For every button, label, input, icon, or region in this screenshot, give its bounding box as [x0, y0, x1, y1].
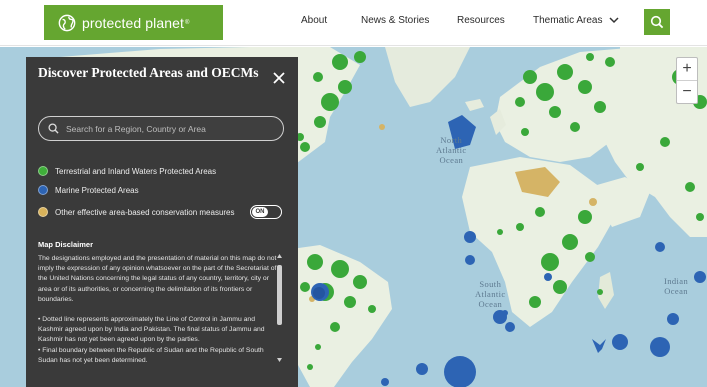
legend-item-oecm: Other effective area-based conservation …	[38, 207, 235, 217]
marine-dot-icon	[38, 185, 48, 195]
nav-thematic-areas[interactable]: Thematic Areas	[533, 15, 619, 26]
ocean-label-north-atlantic: North Atlantic Ocean	[436, 135, 467, 165]
zoom-in-button[interactable]: +	[677, 58, 697, 80]
oecm-layer-toggle[interactable]: ON	[250, 205, 282, 219]
legend-item-marine: Marine Protected Areas	[38, 185, 139, 195]
disclaimer-bullet: • Dotted line represents approximately t…	[38, 316, 265, 344]
panel-search-box[interactable]	[38, 116, 284, 141]
legend-label-marine: Marine Protected Areas	[55, 185, 139, 195]
protected-planet-logo[interactable]: protected planet ®	[44, 5, 223, 40]
disclaimer-scrollbar[interactable]	[276, 253, 283, 363]
zoom-controls: + −	[676, 57, 698, 104]
scroll-up-icon[interactable]	[276, 253, 283, 259]
discover-panel: Discover Protected Areas and OECMs Terre…	[26, 57, 298, 387]
globe-icon	[58, 14, 76, 31]
scroll-down-icon[interactable]	[276, 357, 283, 363]
nav-thematic-areas-label: Thematic Areas	[533, 15, 603, 26]
nav-about[interactable]: About	[301, 15, 327, 26]
toggle-label: ON	[255, 209, 265, 215]
nav-resources[interactable]: Resources	[457, 15, 505, 26]
panel-title: Discover Protected Areas and OECMs	[38, 65, 259, 80]
disclaimer-bullet: • Final boundary between the Republic of…	[38, 346, 264, 364]
header-search-button[interactable]	[644, 9, 670, 35]
legend-label-terrestrial: Terrestrial and Inland Waters Protected …	[55, 166, 217, 176]
terrestrial-dot-icon	[38, 166, 48, 176]
disclaimer-heading: Map Disclaimer	[38, 240, 94, 249]
site-header: protected planet ® About News & Stories …	[0, 0, 707, 46]
landmass-iceland	[465, 99, 484, 111]
close-icon[interactable]	[272, 71, 286, 85]
nav-news-stories[interactable]: News & Stories	[361, 15, 429, 26]
ocean-label-indian: Indian Ocean	[664, 276, 689, 296]
ocean-label-south-atlantic: South Atlantic Ocean	[475, 279, 506, 309]
legend-item-terrestrial: Terrestrial and Inland Waters Protected …	[38, 166, 216, 176]
search-icon	[48, 123, 59, 134]
registered-mark: ®	[185, 19, 190, 26]
oecm-dot-icon	[38, 207, 48, 217]
zoom-out-button[interactable]: −	[677, 81, 697, 103]
region-search-input[interactable]	[66, 123, 271, 134]
disclaimer-paragraph: The designations employed and the presen…	[38, 255, 277, 303]
legend-label-oecm: Other effective area-based conservation …	[55, 207, 235, 217]
scrollbar-thumb[interactable]	[277, 265, 282, 325]
logo-text: protected planet	[82, 14, 185, 31]
disclaimer-text[interactable]: The designations employed and the presen…	[38, 254, 278, 366]
landmass-greenland	[385, 47, 470, 107]
toggle-knob: ON	[252, 207, 268, 217]
search-icon	[650, 15, 664, 29]
chevron-down-icon	[609, 17, 619, 24]
